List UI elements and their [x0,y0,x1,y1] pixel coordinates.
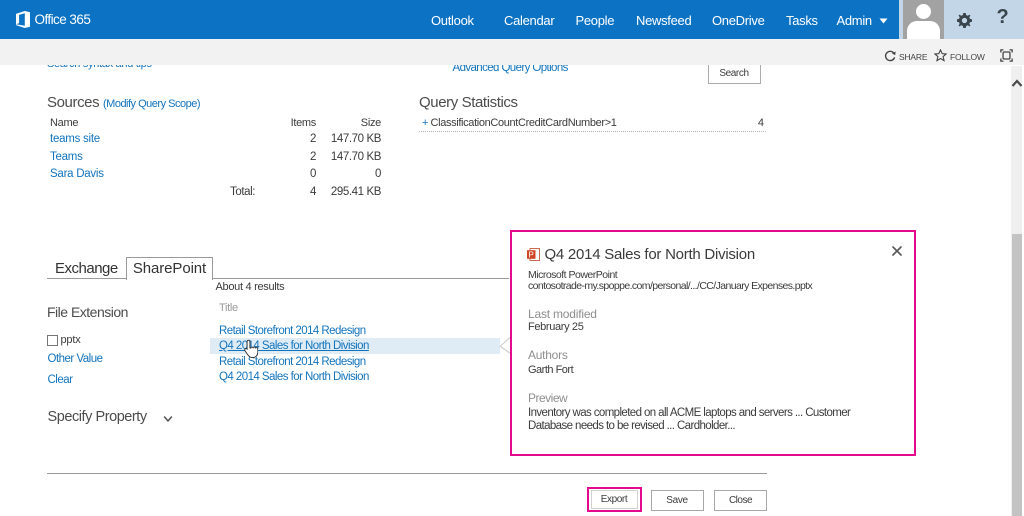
svg-text:P: P [529,250,534,259]
